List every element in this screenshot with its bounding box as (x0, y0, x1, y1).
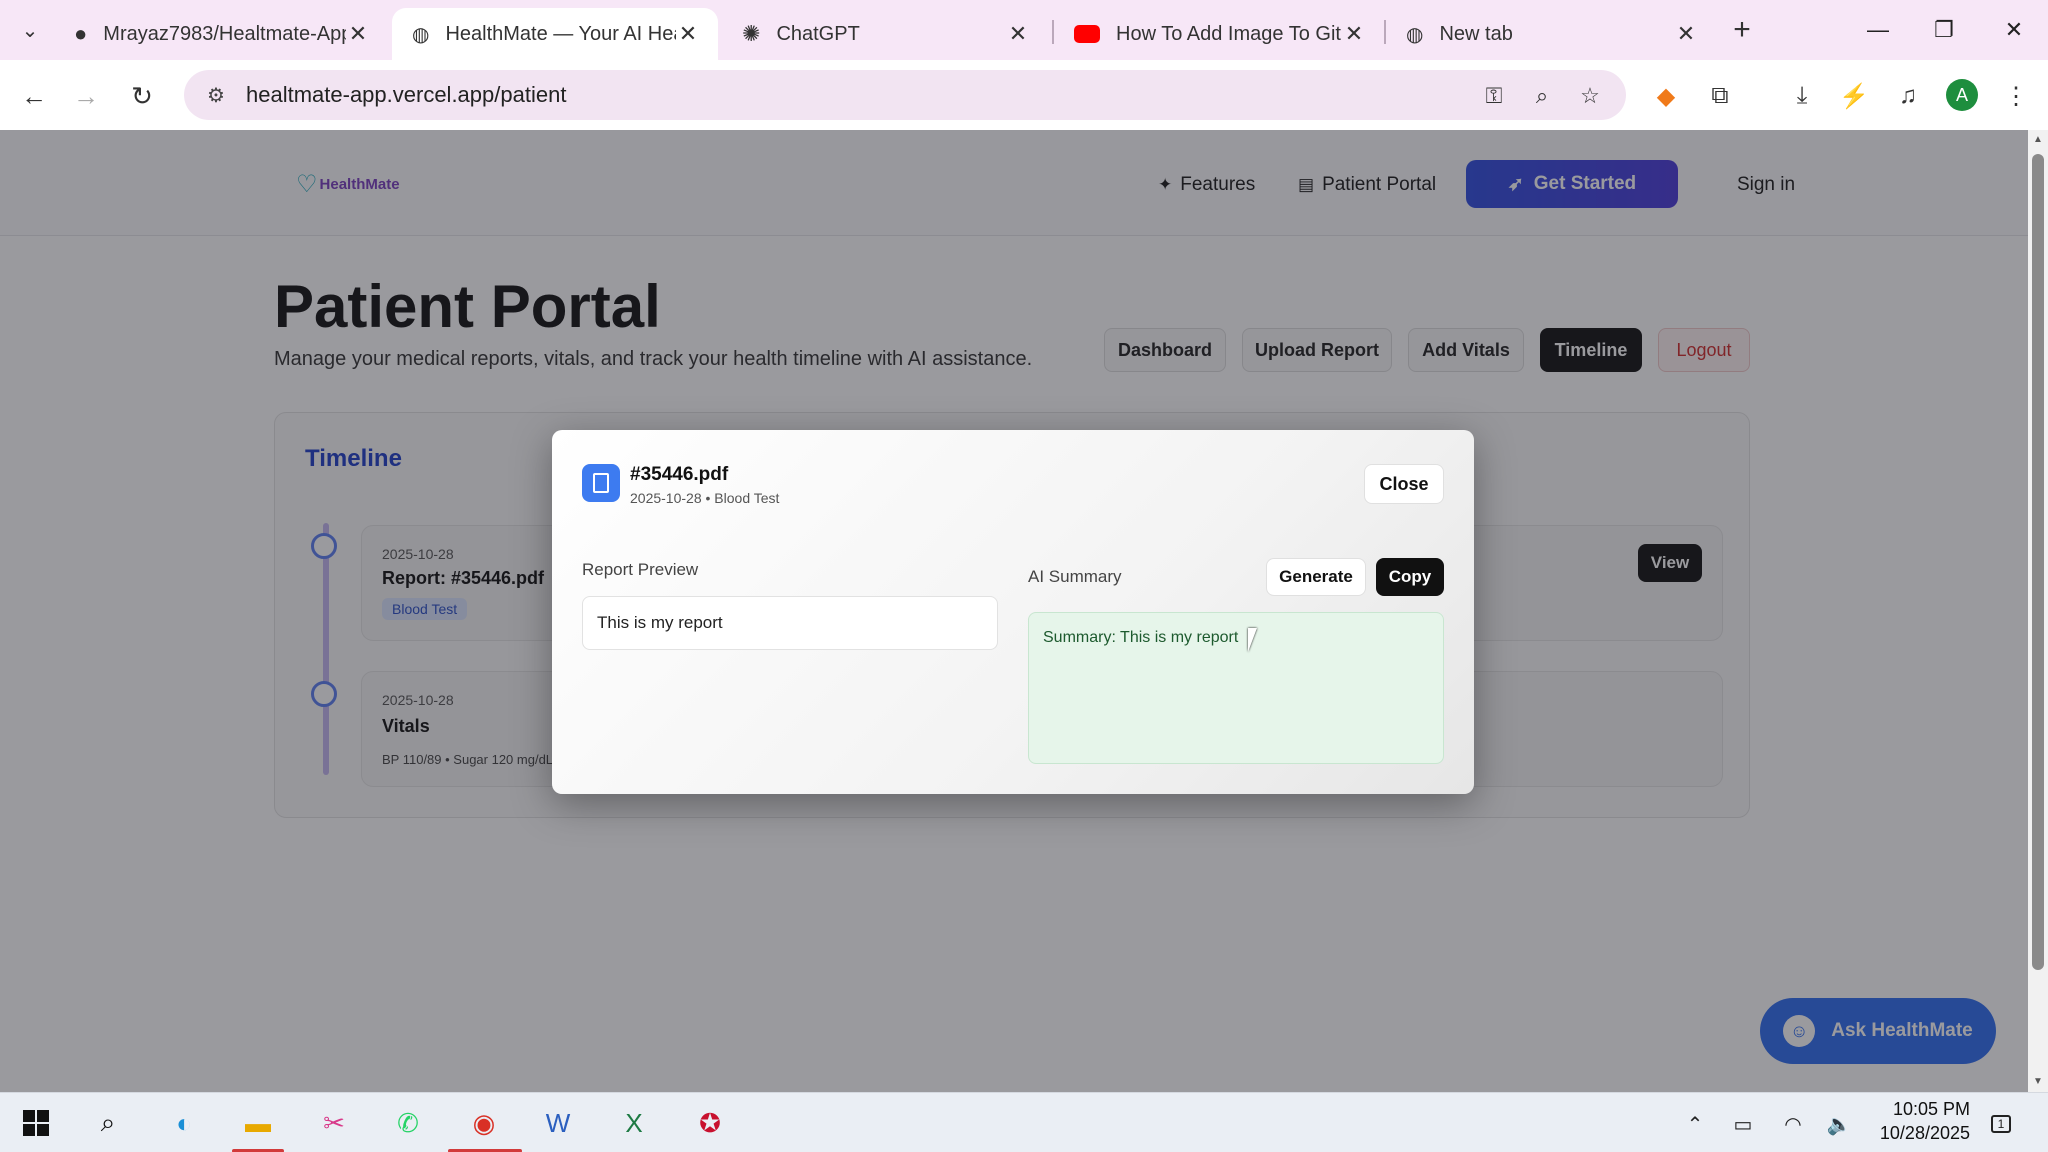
ai-summary-box[interactable]: Summary: This is my report (1028, 612, 1444, 764)
zoom-icon[interactable]: ⌕ (1526, 80, 1558, 112)
close-icon[interactable]: ✕ (1342, 21, 1366, 46)
excel-icon[interactable]: X (612, 1103, 656, 1143)
restore-icon[interactable]: ❐ (1914, 8, 1974, 52)
word-icon[interactable]: W (536, 1103, 580, 1143)
extensions-puzzle-icon[interactable]: ⧉ (1700, 76, 1740, 116)
page-content: ♡ HealthMate ✦ Features ▤ Patient Portal… (0, 130, 2028, 1092)
tab-title: ChatGPT (776, 22, 860, 45)
close-icon[interactable]: ✕ (1006, 21, 1030, 46)
close-icon[interactable]: ✕ (1674, 21, 1698, 46)
windows-start-icon[interactable] (14, 1103, 58, 1143)
tab-title: How To Add Image To GitHu (1116, 22, 1342, 45)
menu-kebab-icon[interactable]: ⋮ (1996, 76, 2036, 116)
url-text[interactable]: healtmate-app.vercel.app/patient (246, 82, 566, 108)
new-tab-plus-icon[interactable]: + (1724, 12, 1760, 48)
wifi-icon[interactable]: ◠ (1778, 1111, 1808, 1137)
file-icon (582, 464, 620, 502)
youtube-icon (1074, 25, 1100, 43)
copy-button[interactable]: Copy (1376, 558, 1444, 596)
performance-icon[interactable]: ⚡ (1834, 76, 1874, 116)
tab-chatgpt[interactable]: ✺ ChatGPT ✕ (722, 8, 1048, 60)
edge-browser-icon[interactable]: ◐ (162, 1103, 206, 1143)
mouse-cursor-icon (1248, 628, 1266, 652)
tab-title: New tab (1439, 22, 1513, 45)
modal-file-name: #35446.pdf (630, 464, 729, 485)
back-arrow-icon[interactable]: ← (14, 76, 54, 116)
close-icon[interactable]: ✕ (676, 21, 700, 46)
forward-arrow-icon[interactable]: → (66, 76, 106, 116)
download-icon[interactable]: ⤓ (1782, 76, 1822, 116)
tab-title: HealthMate — Your AI Healt (445, 22, 676, 45)
file-explorer-icon[interactable]: ▬ (236, 1103, 280, 1143)
windows-taskbar: ⌕ ◐ ▬ ✂ ✆ ◉ W X ✪ ⌃ ▭ ◠ 🔈 10:05 PM 10/28… (0, 1092, 2048, 1152)
bookmark-star-icon[interactable]: ☆ (1574, 80, 1606, 112)
close-button[interactable]: Close (1364, 464, 1444, 504)
ai-summary-label: AI Summary (1028, 567, 1122, 586)
extension-brave-icon[interactable]: ◆ (1646, 76, 1686, 116)
scroll-up-arrow-icon[interactable]: ▲ (2032, 134, 2044, 146)
profile-avatar[interactable]: A (1946, 79, 1978, 111)
close-icon[interactable]: ✕ (346, 21, 370, 46)
clock-time[interactable]: 10:05 PM (1866, 1099, 1970, 1120)
report-modal: #35446.pdf 2025-10-28 • Blood Test Close… (552, 430, 1474, 794)
github-icon: ● (74, 21, 88, 46)
globe-icon: ◍ (412, 23, 430, 46)
report-preview-label: Report Preview (582, 560, 699, 579)
tab-search-chevron-icon[interactable]: ⌄ (12, 12, 48, 48)
whatsapp-icon[interactable]: ✆ (386, 1103, 430, 1143)
browser-tab-strip: ⌄ ● Mrayaz7983/Healtmate-App ✕ ◍ HealthM… (0, 0, 2048, 60)
antivirus-app-icon[interactable]: ✪ (688, 1103, 732, 1143)
tab-healthmate[interactable]: ◍ HealthMate — Your AI Healt ✕ (392, 8, 718, 60)
clock-date[interactable]: 10/28/2025 (1866, 1123, 1970, 1144)
tab-github[interactable]: ● Mrayaz7983/Healtmate-App ✕ (54, 8, 388, 60)
media-control-icon[interactable]: ♫ (1888, 76, 1928, 116)
snipping-tool-icon[interactable]: ✂ (312, 1103, 356, 1143)
tab-title: Mrayaz7983/Healtmate-App (103, 22, 346, 45)
password-key-icon[interactable]: ⚿ (1478, 80, 1510, 112)
reload-icon[interactable]: ↻ (122, 76, 162, 116)
tab-new-tab[interactable]: ◍ New tab ✕ (1386, 8, 1716, 60)
window-close-icon[interactable]: ✕ (1984, 8, 2044, 52)
tab-youtube[interactable]: How To Add Image To GitHu ✕ (1054, 8, 1384, 60)
minimize-icon[interactable]: — (1848, 8, 1908, 52)
address-bar[interactable]: ⚙ healtmate-app.vercel.app/patient (184, 70, 1626, 120)
tray-overflow-chevron-icon[interactable]: ⌃ (1680, 1111, 1710, 1137)
scrollbar-thumb[interactable] (2032, 154, 2044, 970)
page-scrollbar[interactable]: ▲ ▼ (2028, 130, 2048, 1092)
modal-file-meta: 2025-10-28 • Blood Test (630, 490, 780, 506)
notification-count: 1 (1990, 1115, 2012, 1133)
notifications-icon[interactable]: 1 (1986, 1111, 2016, 1137)
site-info-icon[interactable]: ⚙ (194, 83, 238, 108)
search-icon[interactable]: ⌕ (86, 1103, 130, 1143)
browser-toolbar: ← → ↻ ⚙ healtmate-app.vercel.app/patient… (0, 60, 2048, 130)
chrome-taskbar-icon[interactable]: ◉ (462, 1103, 506, 1143)
chatgpt-icon: ✺ (742, 21, 761, 46)
report-preview-box: This is my report (582, 596, 998, 650)
generate-button[interactable]: Generate (1266, 558, 1366, 596)
scroll-down-arrow-icon[interactable]: ▼ (2032, 1076, 2044, 1088)
volume-icon[interactable]: 🔈 (1824, 1111, 1854, 1137)
battery-icon[interactable]: ▭ (1728, 1111, 1758, 1137)
chrome-icon: ◍ (1406, 23, 1424, 46)
